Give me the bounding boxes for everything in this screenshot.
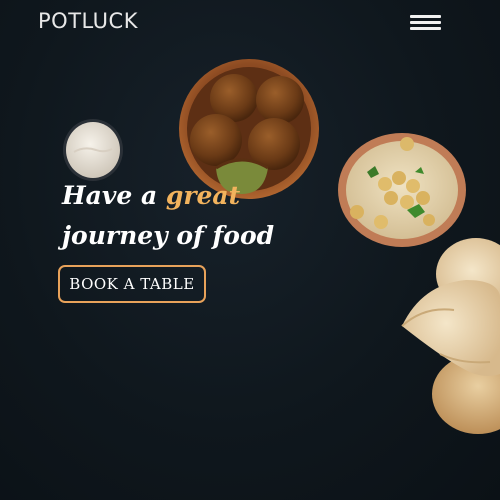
headline-accent: great	[165, 181, 241, 210]
brand-logo[interactable]: POTLUCK	[38, 9, 138, 33]
yogurt-dip-image	[63, 119, 123, 181]
hamburger-menu-icon[interactable]	[408, 12, 444, 34]
headline-line2: journey of food	[62, 221, 275, 250]
hero-headline: Have a great journey of food	[62, 176, 274, 256]
headline-part1: Have a	[62, 181, 166, 210]
hummus-bowl-image	[338, 133, 466, 247]
pita-bread-image	[401, 238, 500, 434]
book-table-button[interactable]: BOOK A TABLE	[58, 265, 206, 303]
